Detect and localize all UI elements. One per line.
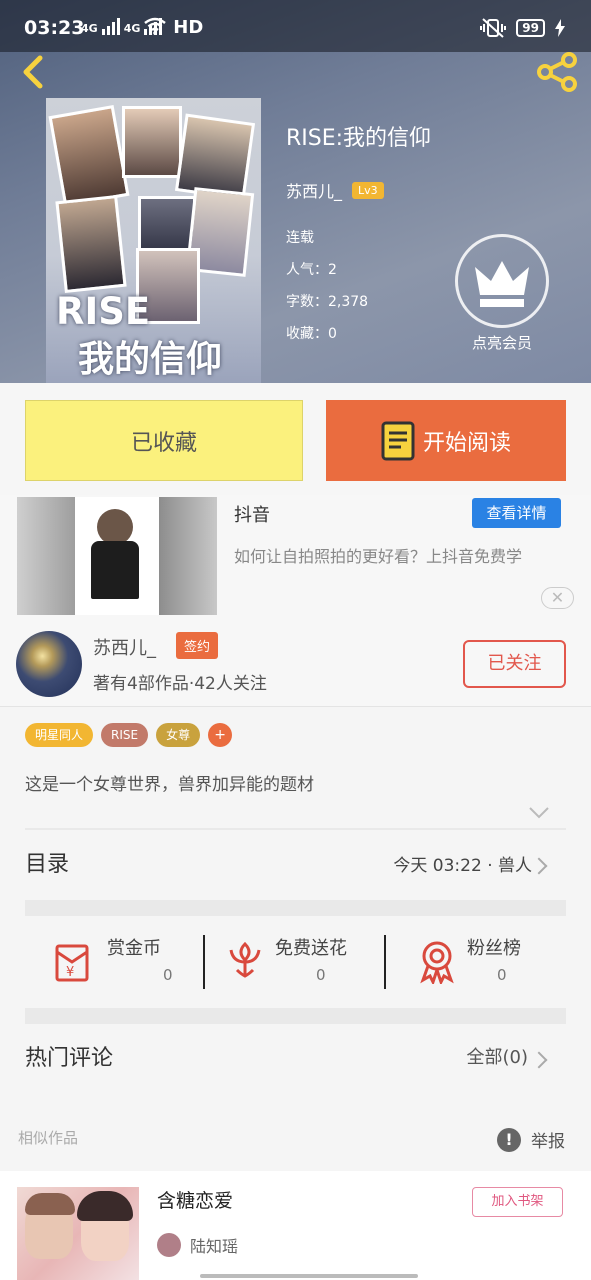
report-label: 举报 — [531, 1132, 565, 1152]
ad-image — [17, 497, 217, 615]
vip-button[interactable]: 点亮会员 — [452, 234, 552, 353]
red-envelope-icon: ¥ — [55, 944, 89, 982]
cover-photo — [122, 106, 182, 178]
recommended-author-avatar — [157, 1233, 181, 1257]
tag[interactable]: 女尊 — [156, 723, 201, 747]
ad-close-button[interactable]: ✕ — [541, 587, 574, 609]
ad-title: 抖音 — [234, 505, 270, 526]
signal-bars-icon — [101, 17, 120, 35]
recommended-book[interactable]: 含糖恋爱 陆知瑶 加入书架 — [0, 1171, 591, 1280]
book-header: 03:23 4G 4G HD 99 RISE 我的信仰 RISE:我的信仰 苏西… — [0, 0, 591, 384]
add-to-shelf-button[interactable]: 加入书架 — [472, 1187, 563, 1217]
book-author-row: 苏西儿_ Lv3 — [286, 178, 431, 202]
book-icon — [381, 421, 415, 460]
stat-label: 免费送花 — [275, 938, 347, 959]
author-name: 苏西儿_ — [93, 638, 156, 659]
author-avatar[interactable] — [16, 631, 82, 697]
stat-label: 赏金币 — [107, 938, 161, 959]
alert-icon: ! — [497, 1127, 521, 1152]
stat-value: 0 — [316, 966, 326, 984]
tag-list: 明星同人 RISE 女尊 + — [25, 723, 233, 747]
book-title: RISE:我的信仰 — [286, 126, 432, 151]
recommended-book-title: 含糖恋爱 — [157, 1190, 234, 1212]
battery-indicator: 99 — [516, 19, 545, 37]
similar-works-title: 相似作品 — [18, 1129, 79, 1147]
status-bar: 03:23 4G 4G HD 99 — [0, 0, 591, 52]
divider — [384, 935, 386, 989]
section-band — [25, 900, 566, 916]
start-reading-button[interactable]: 开始阅读 — [326, 400, 566, 481]
back-button[interactable] — [14, 52, 54, 92]
book-detail-page: 03:23 4G 4G HD 99 RISE 我的信仰 RISE:我的信仰 苏西… — [0, 0, 591, 1280]
charging-icon — [555, 19, 565, 37]
ad-image-right — [159, 497, 217, 615]
book-author[interactable]: 苏西儿_ — [286, 178, 342, 202]
award-ribbon-icon — [420, 941, 454, 984]
book-status: 连载 — [286, 230, 314, 246]
divider — [203, 935, 205, 989]
recommended-book-author: 陆知瑶 — [190, 1237, 239, 1256]
send-flowers[interactable]: 免费送花 0 — [225, 918, 385, 1008]
reward-coins[interactable]: ¥ 赏金币 0 — [53, 918, 203, 1008]
flower-icon — [229, 941, 261, 978]
ad-image-left — [17, 497, 75, 615]
divider — [25, 828, 566, 830]
stat-label: 粉丝榜 — [467, 938, 521, 959]
cover-photo — [174, 113, 256, 201]
chevron-right-icon — [530, 857, 548, 875]
chevron-down-icon[interactable] — [528, 806, 550, 820]
book-meta: 连载 人气：2 字数：2,378 收藏：0 — [286, 222, 431, 350]
home-indicator[interactable] — [200, 1274, 418, 1278]
action-buttons: 已收藏 开始阅读 — [0, 383, 591, 495]
ad-banner[interactable]: 抖音 查看详情 如何让自拍照拍的更好看？上抖音免费学 ✕ — [0, 495, 591, 625]
ad-image-center — [75, 497, 159, 615]
author-card[interactable]: 苏西儿_ 签约 著有4部作品·42人关注 已关注 — [0, 625, 591, 707]
stat-value: 0 — [163, 966, 173, 984]
recommended-book-cover — [17, 1187, 139, 1280]
signed-badge: 签约 — [176, 632, 219, 659]
vip-label: 点亮会员 — [471, 334, 532, 352]
favorited-button[interactable]: 已收藏 — [25, 400, 303, 481]
svg-text:¥: ¥ — [66, 965, 74, 980]
stat-value: 0 — [497, 966, 507, 984]
catalog-latest: 今天 03:22 · 兽人 — [393, 856, 532, 876]
status-time: 03:23 — [24, 17, 85, 39]
tag[interactable]: 明星同人 — [25, 723, 94, 747]
hd-label: HD — [173, 17, 204, 38]
cover-photo — [48, 104, 130, 208]
start-reading-label: 开始阅读 — [422, 430, 511, 456]
book-word-count: 字数：2,378 — [286, 294, 369, 310]
cover-subtitle: 我的信仰 — [78, 339, 223, 380]
crown-icon — [455, 234, 549, 328]
status-right: 99 — [480, 18, 565, 38]
report-button[interactable]: ! 举报 — [497, 1127, 565, 1152]
cover-title: RISE — [56, 290, 151, 333]
book-favorites: 收藏：0 — [286, 326, 337, 342]
level-badge: Lv3 — [352, 181, 384, 199]
comments-all: 全部(0) — [466, 1047, 529, 1068]
book-info: RISE:我的信仰 苏西儿_ Lv3 连载 人气：2 字数：2,378 收藏：0 — [286, 120, 431, 350]
network-type-1: 4G — [81, 22, 98, 35]
ad-detail-button[interactable]: 查看详情 — [472, 498, 561, 528]
hd-indicator: HD — [143, 17, 203, 38]
comments-title: 热门评论 — [25, 1046, 114, 1071]
cover-photo — [55, 195, 127, 293]
wifi-icon — [144, 17, 166, 35]
book-cover[interactable]: RISE 我的信仰 — [46, 98, 261, 384]
follow-button[interactable]: 已关注 — [463, 640, 566, 688]
fan-ranking[interactable]: 粉丝榜 0 — [417, 918, 566, 1008]
reward-stats: ¥ 赏金币 0 免费送花 0 粉丝榜 0 — [25, 918, 566, 1008]
section-band — [25, 1008, 566, 1024]
book-popularity: 人气：2 — [286, 262, 337, 278]
author-stats: 著有4部作品·42人关注 — [93, 674, 267, 694]
chevron-right-icon — [530, 1051, 548, 1069]
network-type-2: 4G — [123, 22, 141, 35]
book-description: 这是一个女尊世界，兽界加异能的题材 — [25, 775, 314, 795]
ad-description: 如何让自拍照拍的更好看？上抖音免费学 — [234, 547, 523, 566]
catalog-title: 目录 — [25, 852, 70, 877]
add-tag-button[interactable]: + — [208, 723, 233, 747]
vibrate-icon — [480, 18, 507, 38]
share-button[interactable] — [535, 50, 579, 94]
tag[interactable]: RISE — [101, 723, 149, 747]
